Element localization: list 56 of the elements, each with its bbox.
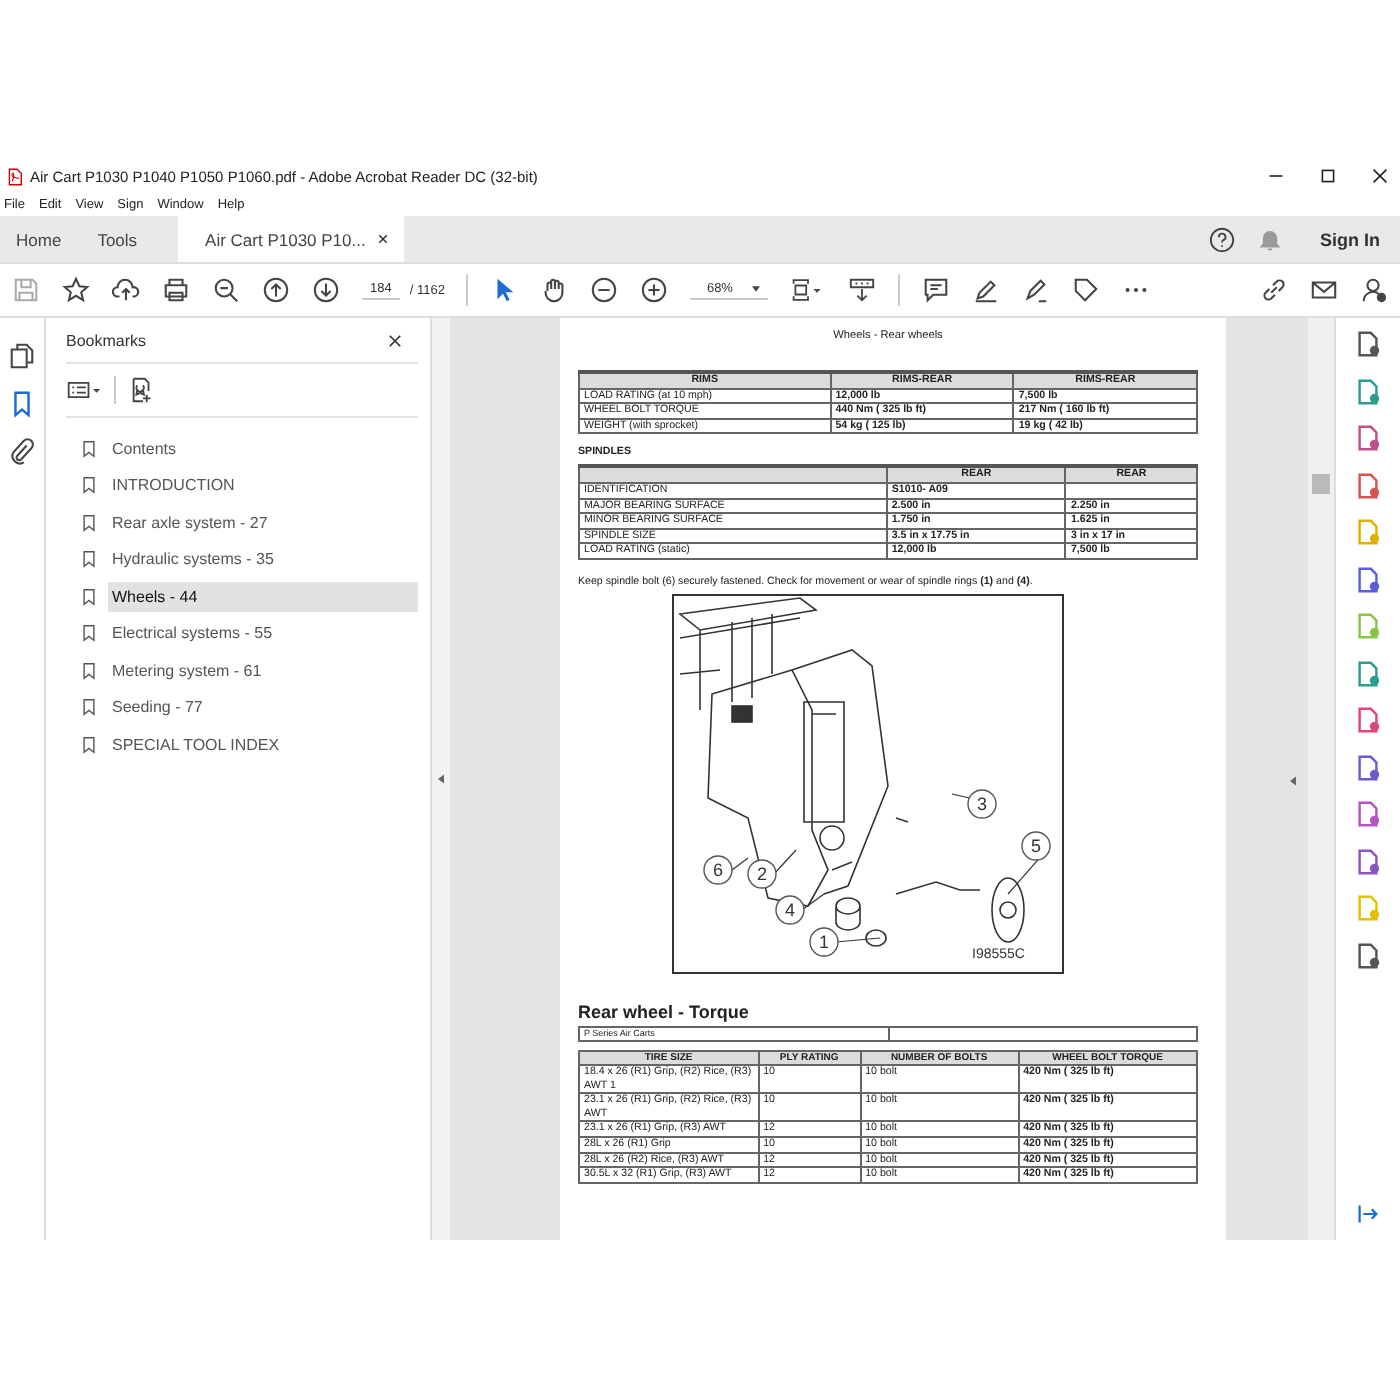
pen-sign-icon[interactable] xyxy=(1022,276,1051,304)
paperclip-icon[interactable] xyxy=(8,438,36,466)
add-user-icon[interactable] xyxy=(1360,276,1388,304)
tab[interactable]: Home xyxy=(0,216,82,262)
leader-line xyxy=(773,849,797,875)
pdf-file-icon xyxy=(8,167,22,185)
sign-in-button[interactable]: Sign In xyxy=(1316,225,1384,253)
callout: 2 xyxy=(747,859,777,889)
add-bookmark-icon[interactable] xyxy=(128,376,156,404)
leader-line xyxy=(731,857,749,871)
bookmark-item[interactable]: Metering system - 61 xyxy=(108,655,418,686)
zoom-out-search-icon[interactable] xyxy=(212,276,240,304)
next-page-icon[interactable] xyxy=(312,276,340,304)
zoom-in-icon[interactable] xyxy=(640,276,669,304)
cloud-upload-icon[interactable] xyxy=(112,276,140,304)
close-tab-icon[interactable] xyxy=(377,234,388,244)
zoom-out-icon[interactable] xyxy=(590,276,619,304)
link-icon[interactable] xyxy=(1260,276,1288,304)
bookmark-item[interactable]: Contents xyxy=(108,433,418,464)
close-icon[interactable] xyxy=(388,333,402,347)
close-icon[interactable] xyxy=(1372,168,1388,184)
scrollbar-thumb[interactable] xyxy=(1312,474,1330,494)
help-icon[interactable] xyxy=(1208,225,1236,253)
highlighter-icon[interactable] xyxy=(972,276,1001,304)
options-icon[interactable] xyxy=(66,376,102,404)
bookmark-item[interactable]: Seeding - 77 xyxy=(108,692,418,723)
callout: 3 xyxy=(967,789,997,819)
leader-line xyxy=(835,937,881,943)
bookmark-item[interactable]: INTRODUCTION xyxy=(108,470,418,501)
caret-icon xyxy=(752,286,761,292)
tab[interactable]: Tools xyxy=(81,216,158,262)
callout: 5 xyxy=(1021,831,1051,861)
star-icon[interactable] xyxy=(62,276,90,304)
tag-icon[interactable] xyxy=(1072,276,1101,304)
bookmark-item[interactable]: Electrical systems - 55 xyxy=(108,618,418,649)
callout: 1 xyxy=(809,927,839,957)
bookmark-item[interactable]: Hydraulic systems - 35 xyxy=(108,544,418,575)
mail-icon[interactable] xyxy=(1310,276,1338,304)
collapse-arrow-icon[interactable] xyxy=(438,774,444,784)
maximize-icon[interactable] xyxy=(1320,168,1336,184)
bookmark-item[interactable]: Wheels - 44 xyxy=(108,581,418,612)
previous-page-icon[interactable] xyxy=(262,276,290,304)
pages-icon[interactable] xyxy=(8,342,36,370)
bookmark-item[interactable]: Rear axle system - 27 xyxy=(108,507,418,538)
tab[interactable]: Air Cart P1030 P10... xyxy=(177,216,404,262)
collapse-arrow-icon[interactable] xyxy=(1290,776,1296,786)
panel-title: Bookmarks xyxy=(66,331,147,349)
expand-panel-icon[interactable] xyxy=(1354,1200,1382,1228)
hand-icon[interactable] xyxy=(540,276,569,304)
scroll-mode-icon[interactable] xyxy=(848,276,877,304)
bookmark-item[interactable]: SPECIAL TOOL INDEX xyxy=(108,729,418,760)
callout: 4 xyxy=(775,895,805,925)
callout: 6 xyxy=(703,855,733,885)
print-icon[interactable] xyxy=(162,276,190,304)
section-title: Rear wheel - Torque xyxy=(578,1002,751,1023)
bookmark-icon[interactable] xyxy=(8,390,36,418)
